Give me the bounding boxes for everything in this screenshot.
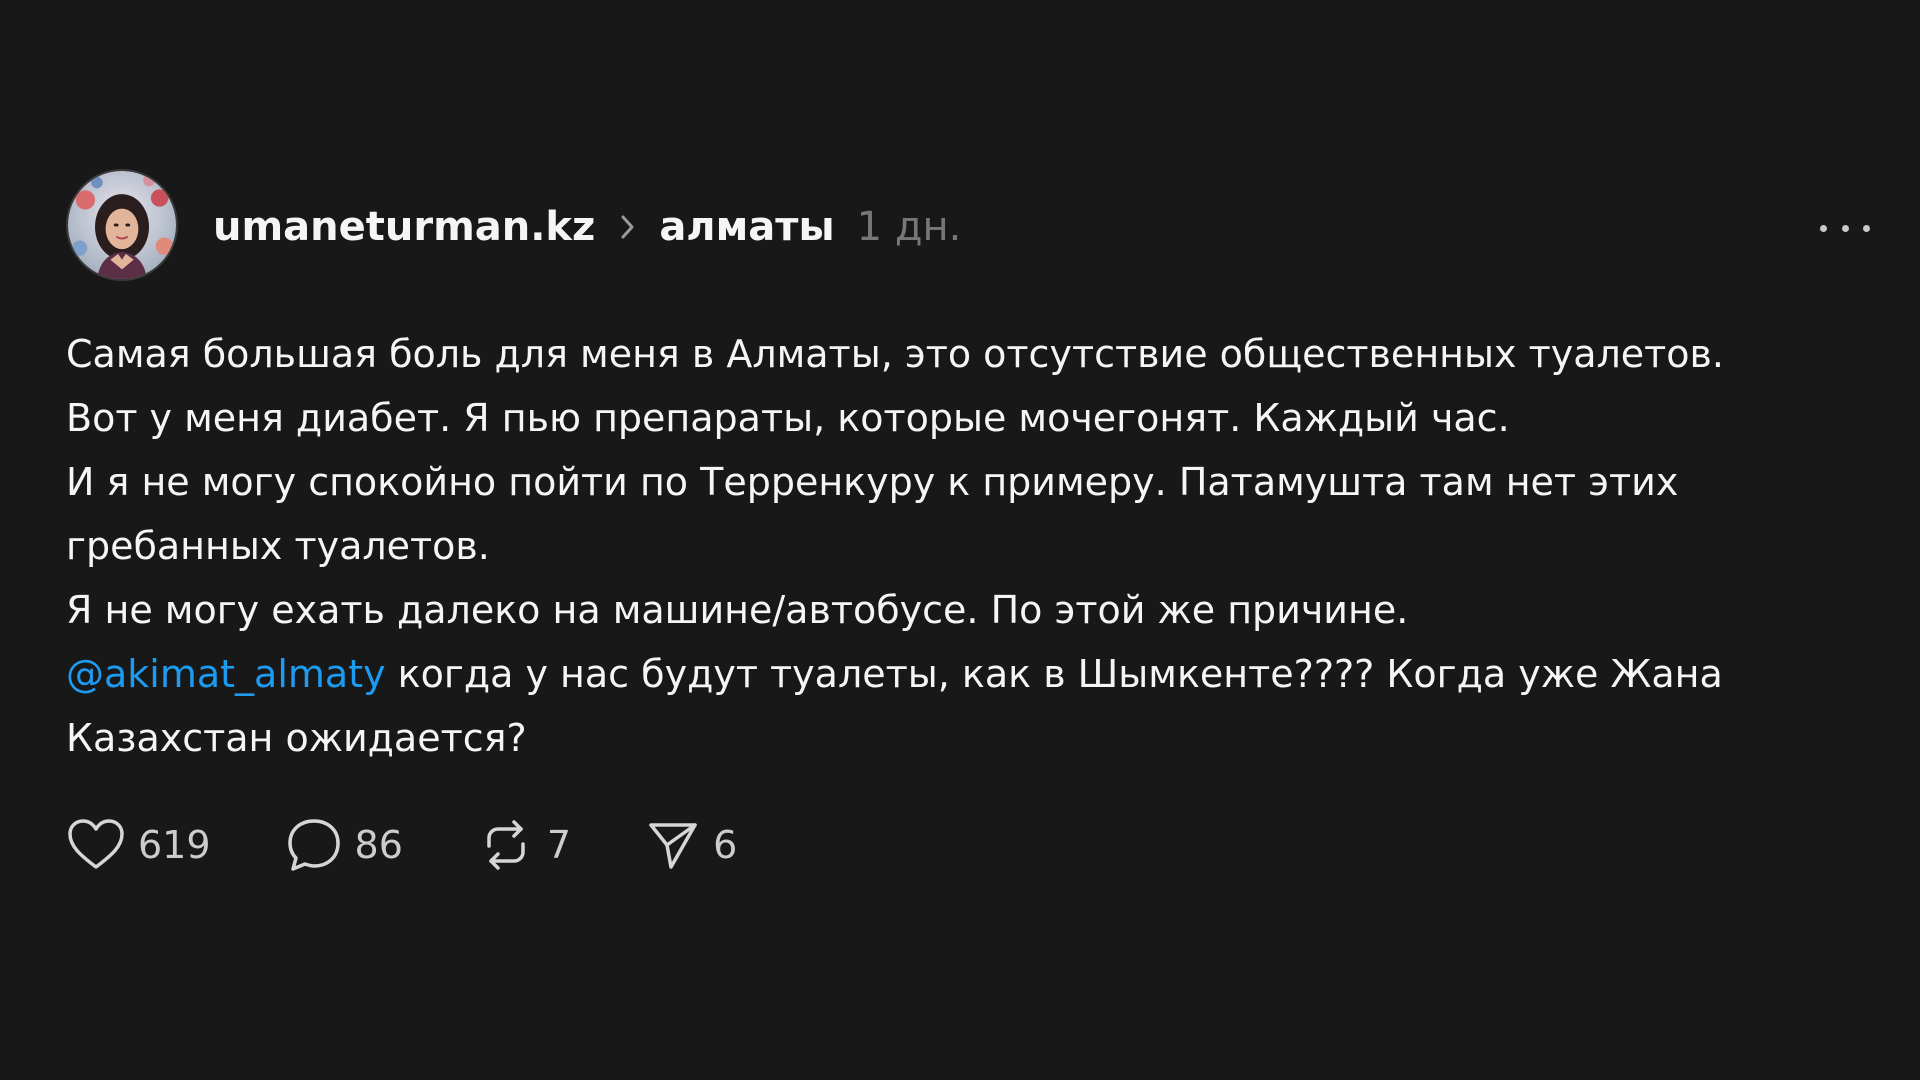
- repost-icon: [487, 820, 525, 870]
- repost-count: 7: [546, 823, 572, 867]
- post-text-line: Я не могу ехать далеко на машине/автобус…: [66, 588, 1409, 632]
- more-horizontal-icon: [1841, 224, 1849, 232]
- repost-button[interactable]: 7: [477, 816, 571, 874]
- comment-count: 86: [354, 823, 403, 867]
- share-button[interactable]: 6: [645, 817, 737, 873]
- threads-post: umaneturman.kz алматы 1 дн. Самая больша…: [0, 0, 1920, 1080]
- more-horizontal-icon: [1863, 224, 1870, 232]
- share-count: 6: [713, 823, 738, 867]
- post-text-line: И я не могу спокойно пойти по Терренкуру…: [66, 460, 1679, 504]
- post-timestamp: 1 дн.: [856, 204, 962, 250]
- like-count: 619: [138, 823, 211, 867]
- more-horizontal-icon: [1820, 224, 1827, 232]
- comment-icon: [287, 819, 340, 871]
- post-text-line: гребанных туалетов.: [66, 524, 490, 568]
- mention-link[interactable]: @akimat_almaty: [66, 652, 386, 696]
- username-link[interactable]: umaneturman.kz: [213, 204, 595, 250]
- chevron-right-icon: [617, 207, 639, 247]
- post-text-line: Казахстан ожидается?: [66, 716, 527, 760]
- post-text-fragment: когда у нас будут туалеты, как в Шымкент…: [385, 652, 1723, 696]
- post-actions: 619 86 7 6: [66, 815, 737, 875]
- avatar[interactable]: [66, 169, 178, 281]
- post-text-line-mention: @akimat_almaty когда у нас будут туалеты…: [66, 642, 1826, 706]
- send-icon: [649, 823, 697, 869]
- post-text-line: Самая большая боль для меня в Алматы, эт…: [66, 332, 1725, 376]
- topic-link[interactable]: алматы: [659, 204, 834, 250]
- post-text-line: Вот у меня диабет. Я пью препараты, кото…: [66, 396, 1510, 440]
- comment-button[interactable]: 86: [285, 816, 403, 874]
- heart-icon: [68, 819, 124, 869]
- more-options-button[interactable]: [1820, 210, 1870, 246]
- like-button[interactable]: 619: [66, 817, 211, 873]
- post-header: umaneturman.kz алматы 1 дн.: [213, 198, 961, 256]
- avatar-image: [68, 171, 176, 279]
- post-body: Самая большая боль для меня в Алматы, эт…: [66, 322, 1826, 770]
